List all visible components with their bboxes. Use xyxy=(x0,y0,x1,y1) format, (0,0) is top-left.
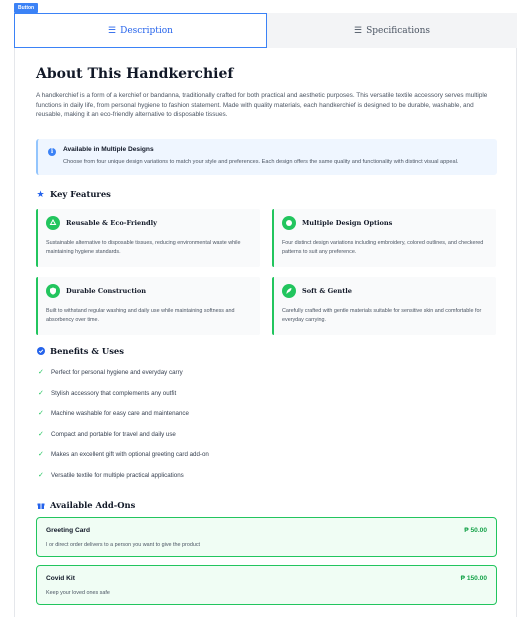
feature-text: Built to withstand regular washing and d… xyxy=(46,308,235,323)
addon-price: ₱ 50.00 xyxy=(464,527,487,534)
info-callout: i Available in Multiple Designs Choose f… xyxy=(36,139,497,175)
check-icon: ✓ xyxy=(38,410,44,417)
benefit-item: ✓ Machine washable for easy care and mai… xyxy=(38,409,189,418)
check-icon: ✓ xyxy=(38,431,44,438)
benefit-text: Compact and portable for travel and dail… xyxy=(51,430,176,438)
feather-icon xyxy=(282,284,296,298)
addon-name: Greeting Card xyxy=(46,527,90,534)
page-title: About This Handkerchief xyxy=(36,66,234,82)
addon-desc: I or direct order delivers to a person y… xyxy=(46,542,201,548)
check-icon: ✓ xyxy=(38,472,44,479)
benefit-item: ✓ Compact and portable for travel and da… xyxy=(38,430,176,439)
feature-card: Durable Construction Built to withstand … xyxy=(36,277,260,335)
recycle-icon xyxy=(46,216,60,230)
key-features-label: Key Features xyxy=(50,189,111,199)
key-features-heading: ★ Key Features xyxy=(36,188,111,199)
check-circle-icon xyxy=(36,346,45,356)
info-text: Choose from four unique design variation… xyxy=(63,159,459,165)
addon-name: Covid Kit xyxy=(46,575,75,582)
list-icon: ☰ xyxy=(354,25,363,36)
button-badge: Button xyxy=(14,3,39,13)
benefit-text: Perfect for personal hygiene and everyda… xyxy=(51,368,183,376)
info-icon: i xyxy=(48,148,56,156)
feature-title: Multiple Design Options xyxy=(302,219,393,227)
feature-card: Soft & Gentle Carefully crafted with gen… xyxy=(272,277,496,335)
addon-price: ₱ 150.00 xyxy=(460,575,487,582)
feature-text: Sustainable alternative to disposable ti… xyxy=(46,240,241,255)
intro-paragraph: A handkerchief is a form of a kerchief o… xyxy=(36,92,488,119)
feature-title: Soft & Gentle xyxy=(302,287,352,295)
feature-card: Reusable & Eco-Friendly Sustainable alte… xyxy=(36,209,260,267)
feature-text: Four distinct design variations includin… xyxy=(282,240,484,255)
feature-title: Reusable & Eco-Friendly xyxy=(66,219,157,227)
addons-label: Available Add-Ons xyxy=(50,500,136,510)
benefit-item: ✓ Stylish accessory that complements any… xyxy=(38,389,177,398)
benefits-heading: Benefits & Uses xyxy=(36,346,124,356)
tab-specifications-label: Specifications xyxy=(366,25,430,36)
addon-option-greeting-card[interactable]: Greeting Card I or direct order delivers… xyxy=(36,517,497,557)
benefits-label: Benefits & Uses xyxy=(50,346,124,356)
addon-option-covid-kit[interactable]: Covid Kit Keep your loved ones safe ₱ 15… xyxy=(36,565,497,605)
tab-description-label: Description xyxy=(120,25,173,36)
benefit-text: Machine washable for easy care and maint… xyxy=(51,409,189,417)
gift-icon xyxy=(36,501,45,510)
feature-title: Durable Construction xyxy=(66,287,147,295)
benefit-item: ✓ Makes an excellent gift with optional … xyxy=(38,450,209,459)
feature-text: Carefully crafted with gentle materials … xyxy=(282,308,482,323)
info-title: Available in Multiple Designs xyxy=(63,146,154,153)
shield-icon xyxy=(46,284,60,298)
benefit-item: ✓ Perfect for personal hygiene and every… xyxy=(38,368,183,377)
check-icon: ✓ xyxy=(38,451,44,458)
addons-heading: Available Add-Ons xyxy=(36,500,135,510)
tab-description[interactable]: ☰ Description xyxy=(14,13,267,48)
palette-icon xyxy=(282,216,296,230)
benefit-text: Makes an excellent gift with optional gr… xyxy=(51,450,209,458)
tab-bar: ☰ Description ☰ Specifications xyxy=(14,13,517,48)
benefit-item: ✓ Versatile textile for multiple practic… xyxy=(38,471,184,480)
star-icon: ★ xyxy=(36,188,45,199)
check-icon: ✓ xyxy=(38,369,44,376)
tab-specifications[interactable]: ☰ Specifications xyxy=(267,13,517,48)
list-icon: ☰ xyxy=(108,25,117,36)
addon-desc: Keep your loved ones safe xyxy=(46,590,110,596)
check-icon: ✓ xyxy=(38,390,44,397)
feature-card: Multiple Design Options Four distinct de… xyxy=(272,209,496,267)
benefit-text: Versatile textile for multiple practical… xyxy=(51,471,184,479)
benefit-text: Stylish accessory that complements any o… xyxy=(51,389,177,397)
